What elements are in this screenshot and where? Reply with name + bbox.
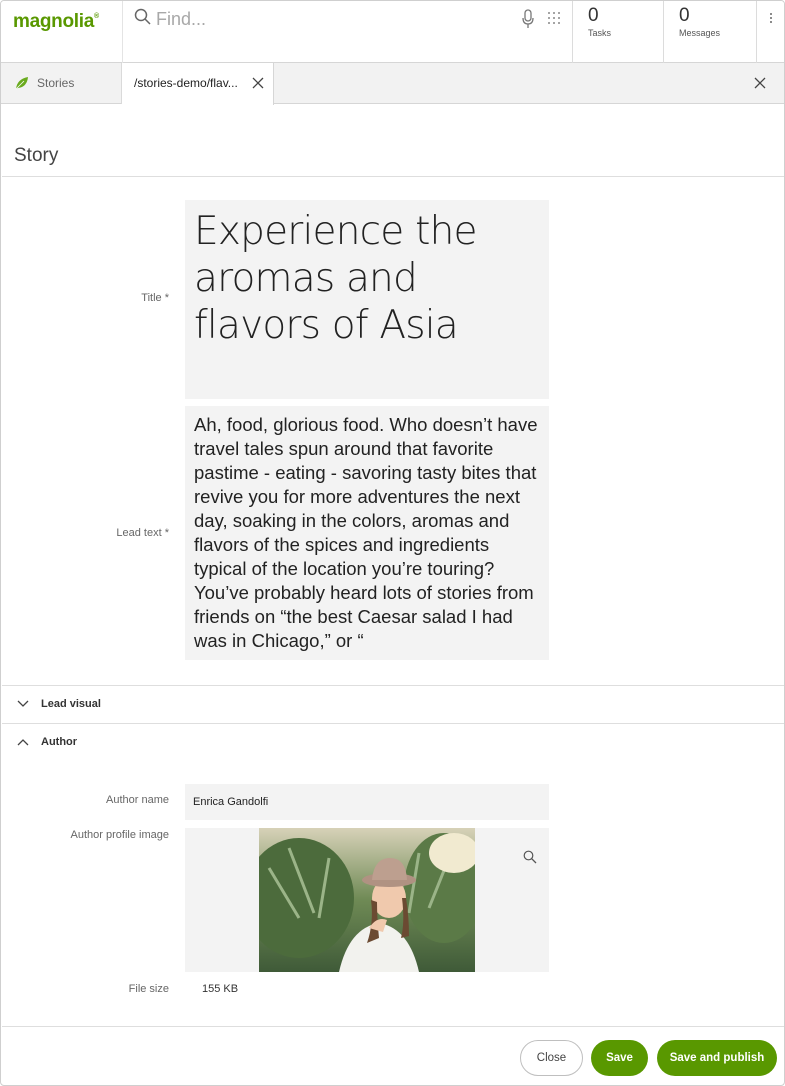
logo-mark: ® bbox=[94, 13, 99, 20]
more-menu-icon[interactable] bbox=[756, 1, 784, 63]
section-lead-visual-label: Lead visual bbox=[41, 698, 101, 710]
tab-story-editor[interactable]: /stories-demo/flav... bbox=[122, 63, 274, 105]
tasks-counter[interactable]: 0 Tasks bbox=[572, 1, 664, 63]
file-size-value: 155 KB bbox=[202, 983, 239, 995]
tasks-label: Tasks bbox=[588, 28, 612, 38]
tasks-count: 0 bbox=[588, 5, 599, 26]
search-input[interactable] bbox=[156, 5, 506, 33]
page-title: Story bbox=[14, 145, 59, 166]
search-bar bbox=[123, 1, 571, 63]
title-textarea[interactable]: Experience the aromas and flavors of Asi… bbox=[185, 200, 549, 399]
messages-counter[interactable]: 0 Messages bbox=[663, 1, 756, 63]
section-lead-visual[interactable]: Lead visual bbox=[2, 685, 784, 724]
author-image-field[interactable] bbox=[185, 828, 549, 972]
app-tab-bar: Stories /stories-demo/flav... bbox=[1, 63, 784, 105]
close-app-icon[interactable] bbox=[754, 77, 766, 89]
chevron-up-icon bbox=[17, 739, 29, 746]
footer-divider bbox=[2, 1026, 784, 1027]
author-profile-photo bbox=[259, 828, 475, 972]
save-and-publish-button[interactable]: Save and publish bbox=[657, 1040, 777, 1076]
tab-stories-label: Stories bbox=[37, 76, 75, 90]
close-button[interactable]: Close bbox=[520, 1040, 583, 1076]
zoom-icon[interactable] bbox=[523, 850, 537, 864]
app-launcher-icon[interactable] bbox=[547, 11, 561, 25]
close-tab-icon[interactable] bbox=[252, 77, 264, 89]
logo-text: magnolia bbox=[13, 11, 95, 32]
tab-story-editor-label: /stories-demo/flav... bbox=[134, 76, 238, 90]
file-size-label: File size bbox=[128, 983, 169, 995]
app-window: magnolia® 0 Tasks 0 Messages Stories /st… bbox=[0, 0, 785, 1086]
messages-label: Messages bbox=[679, 28, 721, 38]
lead-text-textarea[interactable]: Ah, food, glorious food. Who doesn’t hav… bbox=[185, 406, 549, 660]
title-field-label: Title * bbox=[141, 292, 169, 304]
leaf-icon bbox=[15, 77, 28, 90]
search-icon bbox=[134, 8, 151, 25]
lead-text-field-label: Lead text * bbox=[116, 527, 169, 539]
save-button[interactable]: Save bbox=[591, 1040, 648, 1076]
section-author-label: Author bbox=[41, 736, 78, 748]
messages-count: 0 bbox=[679, 5, 690, 26]
author-name-label: Author name bbox=[106, 794, 169, 806]
author-image-label: Author profile image bbox=[70, 829, 169, 841]
tab-stories[interactable]: Stories bbox=[1, 63, 122, 104]
magnolia-logo[interactable]: magnolia® bbox=[13, 11, 99, 33]
chevron-down-icon bbox=[17, 700, 29, 707]
microphone-icon[interactable] bbox=[521, 9, 535, 29]
section-author[interactable]: Author bbox=[2, 723, 784, 762]
app-header: magnolia® 0 Tasks 0 Messages bbox=[1, 1, 784, 63]
author-name-input[interactable] bbox=[185, 784, 549, 820]
